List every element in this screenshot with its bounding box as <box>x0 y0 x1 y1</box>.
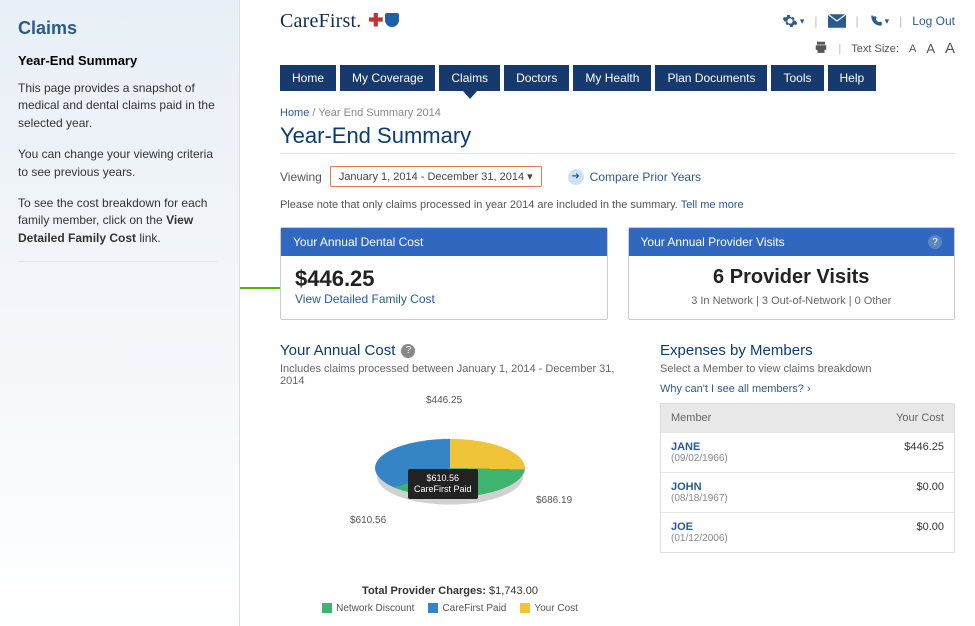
print-icon <box>814 40 828 54</box>
logout-link[interactable]: Log Out <box>912 14 955 28</box>
main-content: CareFirst. ▾ | | ▾ | Log Out <box>240 0 975 626</box>
expenses-by-members-title: Expenses by Members <box>660 342 955 359</box>
nav-tools[interactable]: Tools <box>771 65 823 91</box>
tell-me-more-link[interactable]: Tell me more <box>681 199 744 211</box>
text-size-large[interactable]: A <box>945 40 955 57</box>
member-dob: (08/18/1967) <box>671 493 806 504</box>
page-title: Year-End Summary <box>280 123 955 154</box>
phone-icon <box>869 14 883 28</box>
dental-cost-amount: $446.25 <box>295 266 593 292</box>
help-title: Claims <box>18 18 217 39</box>
nav-plan-documents[interactable]: Plan Documents <box>655 65 767 91</box>
member-name-link[interactable]: JANE <box>671 441 806 453</box>
help-p3: To see the cost breakdown for each famil… <box>18 195 217 247</box>
help-p2: You can change your viewing criteria to … <box>18 146 217 181</box>
table-row: JOE(01/12/2006) $0.00 <box>661 513 955 553</box>
compare-prior-years-link[interactable]: ➜ Compare Prior Years <box>568 169 701 185</box>
annual-cost-title: Your Annual Cost ? <box>280 342 620 359</box>
text-size-label: Text Size: <box>851 43 899 55</box>
shield-icon <box>385 13 399 27</box>
annual-cost-range: Includes claims processed between Januar… <box>280 363 620 387</box>
help-p1: This page provides a snapshot of medical… <box>18 80 217 132</box>
table-row: JANE(09/02/1966) $446.25 <box>661 433 955 473</box>
nav-help[interactable]: Help <box>828 65 877 91</box>
help-panel: Claims Year-End Summary This page provid… <box>0 0 240 626</box>
pie-label-your-cost: $446.25 <box>426 395 462 406</box>
member-name-link[interactable]: JOHN <box>671 481 806 493</box>
nav-my-health[interactable]: My Health <box>573 65 651 91</box>
breadcrumb-current: Year End Summary 2014 <box>318 107 441 119</box>
mail-icon <box>828 14 846 28</box>
chevron-right-icon: › <box>807 383 811 395</box>
pie-label-network-discount: $686.19 <box>536 495 572 506</box>
why-cant-see-members-link[interactable]: Why can't I see all members? › <box>660 383 811 395</box>
pie-label-carefirst-paid: $610.56 <box>350 515 386 526</box>
view-detailed-family-cost-link[interactable]: View Detailed Family Cost <box>295 292 593 306</box>
member-dob: (01/12/2006) <box>671 533 806 544</box>
nav-home[interactable]: Home <box>280 65 336 91</box>
member-cost: $0.00 <box>816 513 954 553</box>
member-dob: (09/02/1966) <box>671 453 806 464</box>
main-nav: HomeMy CoverageClaimsDoctorsMy HealthPla… <box>280 65 955 91</box>
messages-link[interactable] <box>828 14 846 28</box>
gear-icon <box>782 13 798 29</box>
logo-emblems <box>369 13 399 27</box>
member-cost: $446.25 <box>816 433 954 473</box>
members-table: Member Your Cost JANE(09/02/1966) $446.25… <box>660 403 955 553</box>
viewing-range-select[interactable]: January 1, 2014 - December 31, 2014 ▾ <box>330 166 542 187</box>
cross-icon <box>369 13 383 27</box>
contact-menu[interactable]: ▾ <box>869 14 890 28</box>
nav-doctors[interactable]: Doctors <box>504 65 569 91</box>
pie-tooltip: $610.56CareFirst Paid <box>408 469 478 499</box>
help-icon[interactable]: ? <box>401 344 415 358</box>
viewing-label: Viewing <box>280 170 322 184</box>
table-row: JOHN(08/18/1967) $0.00 <box>661 473 955 513</box>
nav-claims[interactable]: Claims <box>439 65 500 91</box>
annual-provider-visits-card: Your Annual Provider Visits? 6 Provider … <box>628 227 956 320</box>
provider-visits-breakdown: 3 In Network | 3 Out-of-Network | 0 Othe… <box>643 295 941 307</box>
member-cost: $0.00 <box>816 473 954 513</box>
text-size-small[interactable]: A <box>909 43 916 55</box>
members-note: Select a Member to view claims breakdown <box>660 363 955 375</box>
chart-legend: Network Discount CareFirst Paid Your Cost <box>280 603 620 614</box>
total-provider-charges: Total Provider Charges: $1,743.00 <box>280 585 620 597</box>
annual-dental-cost-card: Your Annual Dental Cost $446.25 View Det… <box>280 227 608 320</box>
member-name-link[interactable]: JOE <box>671 521 806 533</box>
text-size-medium[interactable]: A <box>926 41 935 56</box>
legend-item: CareFirst Paid <box>428 603 506 614</box>
summary-notice: Please note that only claims processed i… <box>280 199 955 211</box>
help-subtitle: Year-End Summary <box>18 53 217 68</box>
provider-visits-count: 6 Provider Visits <box>643 266 941 289</box>
help-icon[interactable]: ? <box>928 235 942 249</box>
print-button[interactable] <box>814 40 828 57</box>
breadcrumb-home[interactable]: Home <box>280 107 309 119</box>
arrow-right-icon: ➜ <box>568 169 584 185</box>
annual-cost-pie-chart: $446.25 $610.56 $686.19 $610.56CareFirst… <box>280 395 620 585</box>
logo: CareFirst. <box>280 10 399 33</box>
members-col-cost: Your Cost <box>816 404 954 433</box>
breadcrumb: Home / Year End Summary 2014 <box>280 107 955 119</box>
settings-menu[interactable]: ▾ <box>782 13 805 29</box>
nav-my-coverage[interactable]: My Coverage <box>340 65 435 91</box>
members-col-member: Member <box>661 404 817 433</box>
legend-item: Your Cost <box>520 603 578 614</box>
legend-item: Network Discount <box>322 603 414 614</box>
